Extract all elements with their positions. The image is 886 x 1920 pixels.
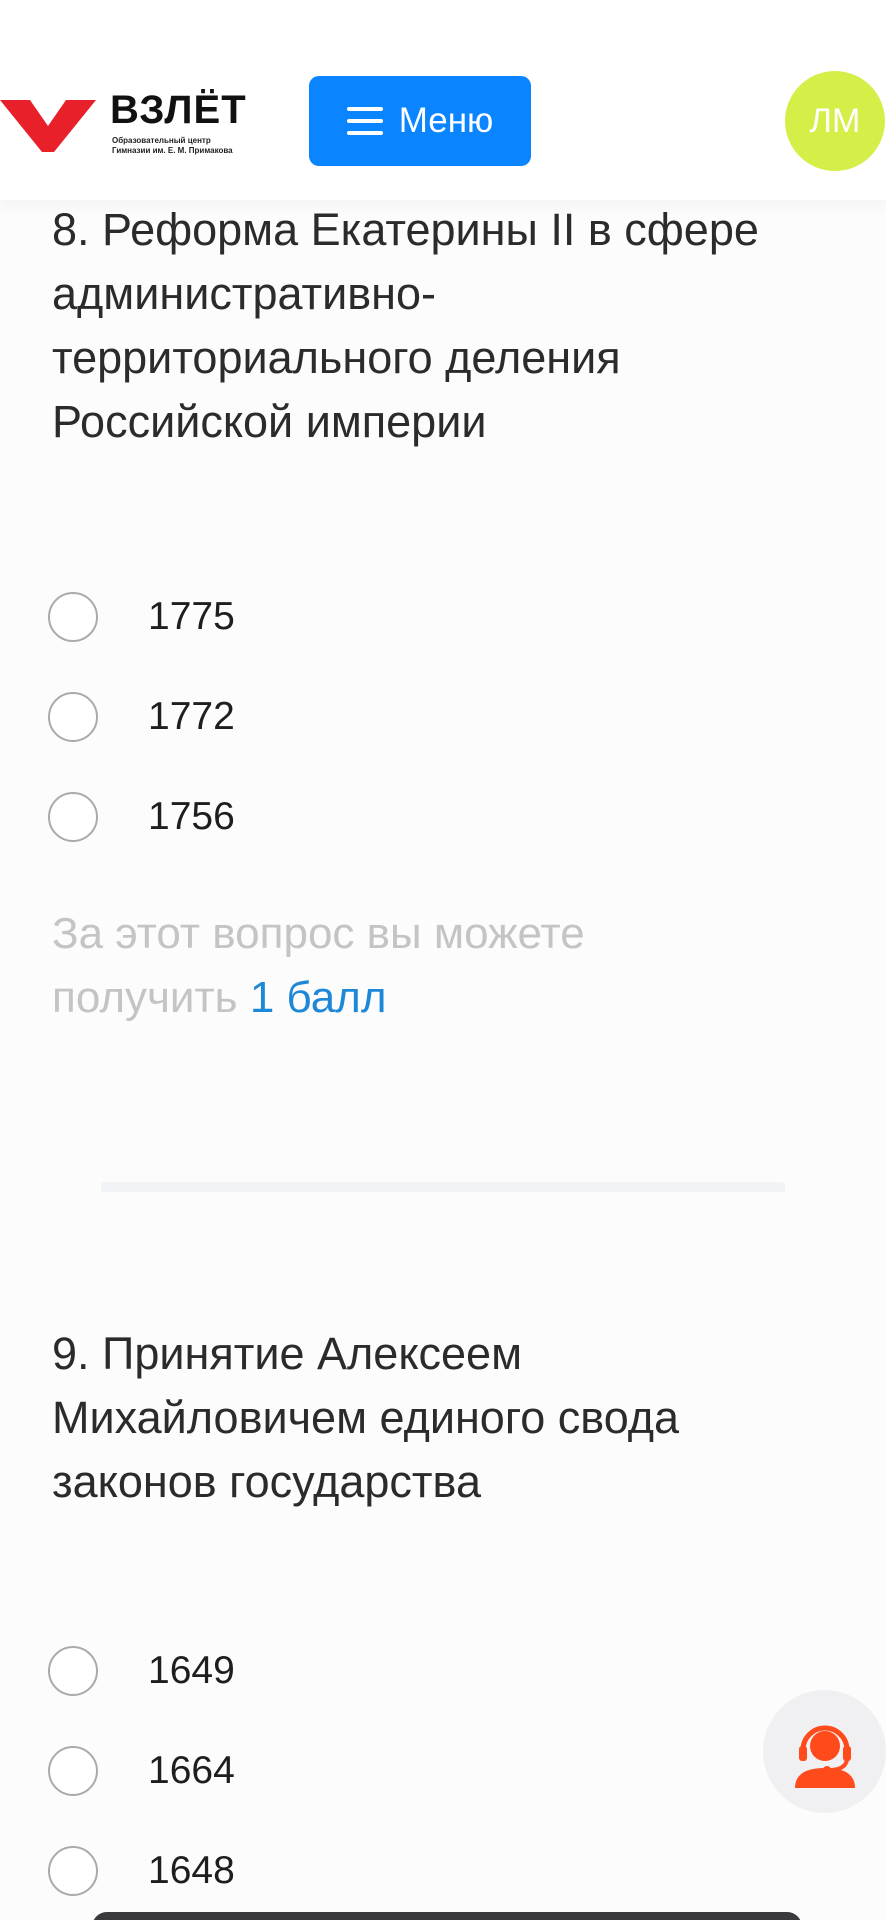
question-8-title-line: территориального деления xyxy=(52,332,621,383)
question-9-option-1648[interactable]: 1648 xyxy=(48,1841,548,1901)
question-9-title-line: законов государства xyxy=(52,1456,481,1507)
points-text-line2: получить xyxy=(52,973,238,1022)
radio-button[interactable] xyxy=(48,592,98,642)
top-header: ВЗЛЁТ Образовательный центр Гимназии им.… xyxy=(0,0,886,200)
radio-button[interactable] xyxy=(48,1646,98,1696)
radio-button[interactable] xyxy=(48,792,98,842)
radio-button[interactable] xyxy=(48,1846,98,1896)
question-8-title-line: Российской империи xyxy=(52,396,487,447)
question-8-title: 8. Реформа Екатерины II в сфере админист… xyxy=(52,198,812,454)
option-label: 1664 xyxy=(148,1749,235,1792)
question-8-title-line: 8. Реформа Екатерины II в сфере xyxy=(52,204,759,255)
question-8-option-1775[interactable]: 1775 xyxy=(48,587,548,647)
radio-button[interactable] xyxy=(48,692,98,742)
points-text-line1: За этот вопрос вы можете xyxy=(52,909,585,958)
logo-title: ВЗЛЁТ xyxy=(110,88,247,132)
option-label: 1772 xyxy=(148,695,235,738)
points-info: За этот вопрос вы можете получить 1 балл xyxy=(52,902,752,1030)
logo[interactable]: ВЗЛЁТ Образовательный центр Гимназии им.… xyxy=(0,88,260,160)
question-8-option-1772[interactable]: 1772 xyxy=(48,687,548,747)
support-button[interactable] xyxy=(763,1690,886,1813)
hamburger-icon xyxy=(346,107,383,135)
logo-v-icon xyxy=(0,100,96,152)
option-label: 1775 xyxy=(148,595,235,638)
logo-subtitle: Образовательный центр Гимназии им. Е. М.… xyxy=(112,136,262,156)
question-9-title-line: Михайловичем единого свода xyxy=(52,1392,680,1443)
question-9-title: 9. Принятие Алексеем Михайловичем единог… xyxy=(52,1322,812,1514)
question-9-option-1649[interactable]: 1649 xyxy=(48,1641,548,1701)
question-9-option-1664[interactable]: 1664 xyxy=(48,1741,548,1801)
option-label: 1756 xyxy=(148,795,235,838)
logo-subtitle-line2: Гимназии им. Е. М. Примакова xyxy=(112,146,233,155)
menu-label: Меню xyxy=(398,101,494,140)
question-9-title-line: 9. Принятие Алексеем xyxy=(52,1328,523,1379)
page: ВЗЛЁТ Образовательный центр Гимназии им.… xyxy=(0,0,886,1920)
question-divider xyxy=(101,1182,785,1192)
question-8-title-line: административно- xyxy=(52,268,437,319)
bottom-bar xyxy=(92,1912,802,1920)
headset-support-icon xyxy=(794,1725,855,1788)
menu-button[interactable]: Меню xyxy=(309,76,531,166)
points-value: 1 балл xyxy=(249,973,387,1022)
option-label: 1648 xyxy=(148,1849,235,1892)
logo-subtitle-line1: Образовательный центр xyxy=(112,136,211,145)
user-avatar[interactable]: ЛМ xyxy=(785,71,885,171)
option-label: 1649 xyxy=(148,1649,235,1692)
radio-button[interactable] xyxy=(48,1746,98,1796)
question-8-option-1756[interactable]: 1756 xyxy=(48,787,548,847)
